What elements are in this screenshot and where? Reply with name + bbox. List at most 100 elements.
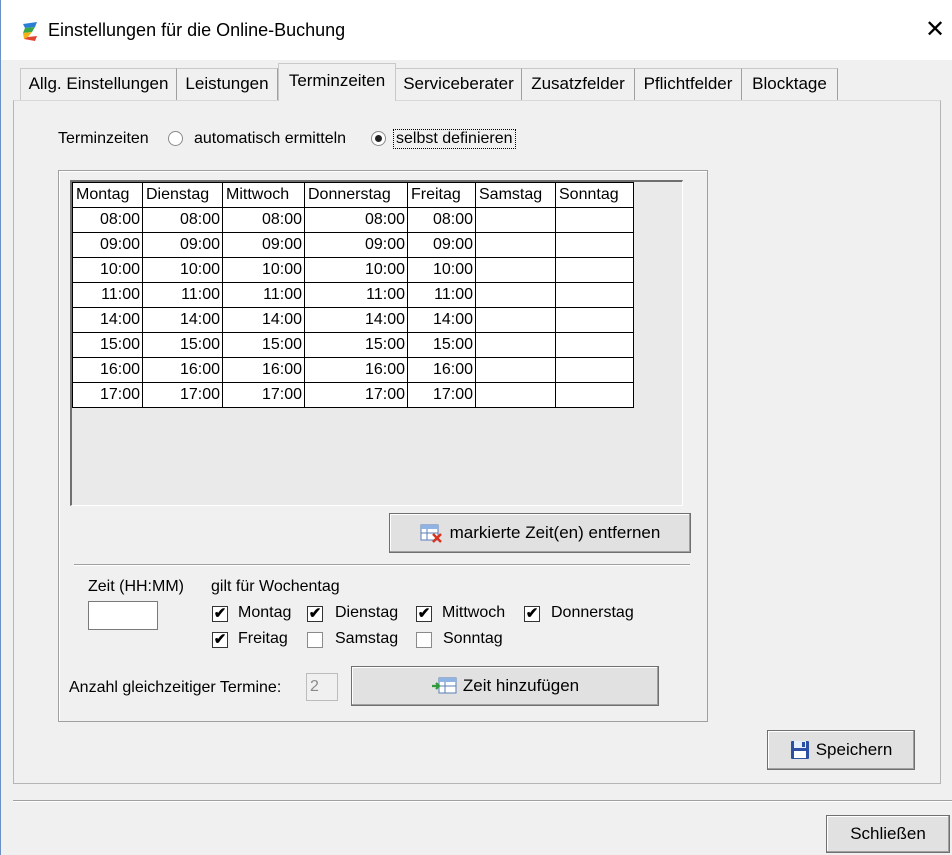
table-cell[interactable] (555, 332, 634, 358)
table-cell[interactable]: 09:00 (72, 232, 143, 258)
radio-automatisch-label[interactable]: automatisch ermitteln (194, 130, 346, 148)
checkbox-freitag-label[interactable]: Freitag (238, 630, 288, 648)
add-time-button[interactable]: Zeit hinzufügen (351, 666, 659, 706)
table-cell[interactable]: 09:00 (304, 232, 408, 258)
table-cell[interactable]: 16:00 (72, 357, 143, 383)
table-cell[interactable]: 09:00 (142, 232, 223, 258)
table-cell[interactable]: 11:00 (72, 282, 143, 308)
table-cell[interactable]: 15:00 (304, 332, 408, 358)
table-cell[interactable]: 10:00 (304, 257, 408, 283)
table-row[interactable]: 10:00 10:00 10:00 10:00 10:00 (72, 257, 634, 283)
save-button[interactable]: Speichern (767, 730, 915, 770)
checkbox-donnerstag-label[interactable]: Donnerstag (551, 604, 634, 622)
table-cell[interactable]: 15:00 (407, 332, 476, 358)
checkbox-samstag-label[interactable]: Samstag (335, 630, 398, 648)
tab-leistungen[interactable]: Leistungen (177, 68, 278, 100)
table-cell[interactable]: 17:00 (407, 382, 476, 408)
time-input[interactable] (88, 601, 158, 630)
checkbox-freitag[interactable]: ✔ (212, 632, 228, 648)
table-cell[interactable] (555, 282, 634, 308)
radio-automatisch[interactable] (168, 131, 183, 146)
radio-selbst-definieren[interactable] (371, 131, 386, 146)
checkbox-sonntag-label[interactable]: Sonntag (443, 630, 503, 648)
table-cell[interactable]: 16:00 (222, 357, 305, 383)
table-cell[interactable]: 09:00 (407, 232, 476, 258)
column-header-donnerstag[interactable]: Donnerstag (304, 182, 408, 208)
table-row[interactable]: 17:00 17:00 17:00 17:00 17:00 (72, 382, 634, 408)
tab-pflichtfelder[interactable]: Pflichtfelder (635, 68, 742, 100)
table-cell[interactable]: 09:00 (222, 232, 305, 258)
table-cell[interactable]: 17:00 (222, 382, 305, 408)
table-cell[interactable]: 10:00 (407, 257, 476, 283)
table-row[interactable]: 08:00 08:00 08:00 08:00 08:00 (72, 207, 634, 233)
table-cell[interactable]: 16:00 (304, 357, 408, 383)
table-row[interactable]: 09:00 09:00 09:00 09:00 09:00 (72, 232, 634, 258)
checkbox-dienstag-label[interactable]: Dienstag (335, 604, 398, 622)
checkbox-mittwoch[interactable]: ✔ (416, 606, 432, 622)
table-cell[interactable]: 14:00 (72, 307, 143, 333)
checkbox-sonntag[interactable] (416, 632, 432, 648)
table-cell[interactable]: 10:00 (72, 257, 143, 283)
tab-serviceberater[interactable]: Serviceberater (396, 68, 522, 100)
radio-selbst-definieren-label[interactable]: selbst definieren (393, 129, 516, 149)
table-cell[interactable]: 14:00 (407, 307, 476, 333)
table-cell[interactable]: 15:00 (72, 332, 143, 358)
table-cell[interactable]: 11:00 (222, 282, 305, 308)
table-cell[interactable]: 17:00 (72, 382, 143, 408)
checkbox-montag-label[interactable]: Montag (238, 604, 291, 622)
table-cell[interactable]: 15:00 (222, 332, 305, 358)
column-header-samstag[interactable]: Samstag (475, 182, 556, 208)
table-cell[interactable] (475, 357, 556, 383)
table-cell[interactable] (555, 232, 634, 258)
table-cell[interactable] (555, 382, 634, 408)
table-cell[interactable]: 08:00 (72, 207, 143, 233)
table-cell[interactable]: 14:00 (304, 307, 408, 333)
table-cell[interactable] (475, 382, 556, 408)
tab-zusatzfelder[interactable]: Zusatzfelder (522, 68, 635, 100)
table-cell[interactable]: 11:00 (407, 282, 476, 308)
table-cell[interactable]: 14:00 (222, 307, 305, 333)
table-cell[interactable]: 14:00 (142, 307, 223, 333)
column-header-montag[interactable]: Montag (72, 182, 143, 208)
column-header-dienstag[interactable]: Dienstag (142, 182, 223, 208)
table-cell[interactable] (555, 357, 634, 383)
close-button[interactable]: Schließen (826, 815, 950, 853)
close-icon[interactable]: ✕ (918, 12, 952, 48)
table-cell[interactable] (475, 332, 556, 358)
table-cell[interactable] (555, 307, 634, 333)
table-cell[interactable]: 08:00 (222, 207, 305, 233)
table-row[interactable]: 11:00 11:00 11:00 11:00 11:00 (72, 282, 634, 308)
schedule-table[interactable]: Montag Dienstag Mittwoch Donnerstag Frei… (72, 182, 634, 408)
checkbox-dienstag[interactable]: ✔ (307, 606, 323, 622)
table-cell[interactable]: 15:00 (142, 332, 223, 358)
table-cell[interactable] (475, 307, 556, 333)
table-cell[interactable]: 16:00 (407, 357, 476, 383)
column-header-mittwoch[interactable]: Mittwoch (222, 182, 305, 208)
table-cell[interactable]: 16:00 (142, 357, 223, 383)
tab-allg-einstellungen[interactable]: Allg. Einstellungen (20, 68, 177, 100)
table-cell[interactable]: 08:00 (407, 207, 476, 233)
table-cell[interactable]: 08:00 (304, 207, 408, 233)
table-cell[interactable]: 17:00 (142, 382, 223, 408)
checkbox-donnerstag[interactable]: ✔ (524, 606, 540, 622)
table-cell[interactable]: 10:00 (142, 257, 223, 283)
table-cell[interactable]: 11:00 (142, 282, 223, 308)
column-header-freitag[interactable]: Freitag (407, 182, 476, 208)
table-cell[interactable] (475, 282, 556, 308)
table-cell[interactable] (475, 207, 556, 233)
table-row[interactable]: 15:00 15:00 15:00 15:00 15:00 (72, 332, 634, 358)
table-row[interactable]: 14:00 14:00 14:00 14:00 14:00 (72, 307, 634, 333)
checkbox-samstag[interactable] (307, 632, 323, 648)
tab-terminzeiten[interactable]: Terminzeiten (278, 63, 396, 101)
table-cell[interactable] (475, 257, 556, 283)
concurrent-input[interactable]: 2 (306, 673, 338, 701)
checkbox-mittwoch-label[interactable]: Mittwoch (442, 604, 505, 622)
tab-blocktage[interactable]: Blocktage (742, 68, 838, 100)
table-cell[interactable]: 11:00 (304, 282, 408, 308)
remove-times-button[interactable]: markierte Zeit(en) entfernen (389, 513, 691, 553)
checkbox-montag[interactable]: ✔ (212, 606, 228, 622)
column-header-sonntag[interactable]: Sonntag (555, 182, 634, 208)
table-cell[interactable] (555, 257, 634, 283)
table-cell[interactable]: 08:00 (142, 207, 223, 233)
table-cell[interactable]: 17:00 (304, 382, 408, 408)
